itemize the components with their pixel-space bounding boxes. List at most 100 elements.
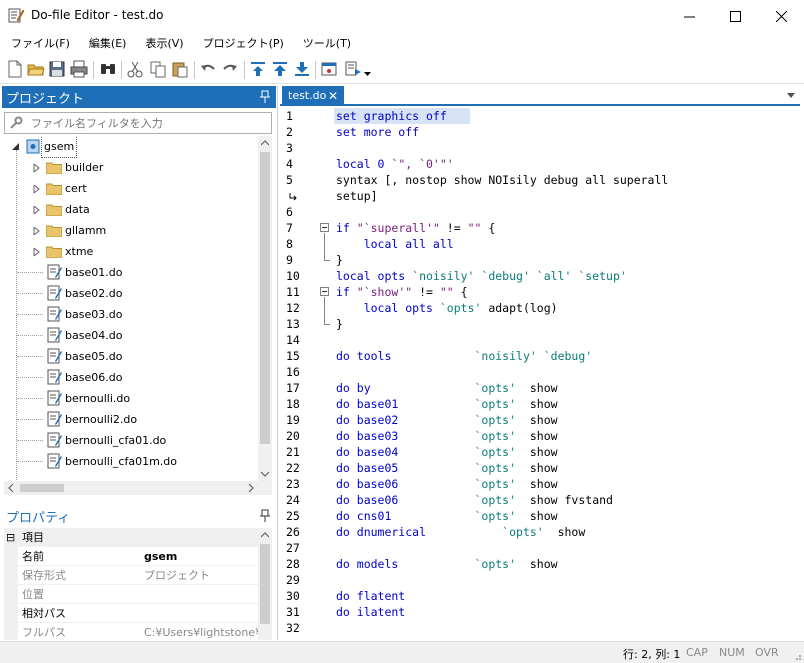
fold-toggle-icon[interactable] <box>320 223 329 232</box>
tab-list-dropdown-icon[interactable] <box>786 90 796 100</box>
menu-file[interactable]: ファイル(F) <box>0 34 78 54</box>
collapse-section-icon[interactable]: ⊟ <box>6 528 15 547</box>
expand-triangle-icon[interactable] <box>33 227 40 235</box>
pin-icon[interactable] <box>260 90 270 104</box>
code-line[interactable]: do tools `noisily' `debug' <box>336 348 592 364</box>
tree-file-row[interactable]: base04.do <box>4 325 258 346</box>
code-line[interactable]: if "`superall'" != "" { <box>336 220 495 236</box>
new-file-icon[interactable] <box>6 60 24 78</box>
file-filter-input[interactable] <box>31 114 269 132</box>
redo-icon[interactable] <box>221 60 239 78</box>
expand-triangle-icon[interactable] <box>33 248 40 256</box>
panel-splitter[interactable] <box>277 86 278 640</box>
code-line[interactable]: do base04 `opts' show <box>336 444 558 460</box>
properties-vertical-scrollbar[interactable] <box>258 528 272 640</box>
tree-file-row[interactable]: bernoulli_cfa01m.do <box>4 451 258 472</box>
undo-icon[interactable] <box>199 60 217 78</box>
code-line[interactable]: if "`show'" != "" { <box>336 284 468 300</box>
code-line[interactable]: do ilatent <box>336 604 405 620</box>
code-line[interactable]: local all all <box>336 236 454 252</box>
minimize-button[interactable] <box>666 0 712 32</box>
tree-file-row[interactable]: bernoulli2.do <box>4 409 258 430</box>
tab-close-icon[interactable]: ✕ <box>328 86 338 106</box>
scroll-up-icon[interactable] <box>261 532 269 538</box>
tree-file-row[interactable]: base05.do <box>4 346 258 367</box>
tree-folder-row[interactable]: data <box>4 199 258 220</box>
property-row[interactable]: 位置 <box>4 585 258 604</box>
property-row[interactable]: フルパス C:¥Users¥lightstone¥ <box>4 623 258 640</box>
tree-horizontal-scroll-thumb[interactable] <box>20 484 64 492</box>
code-line[interactable]: do base01 `opts' show <box>336 396 558 412</box>
tree-horizontal-scrollbar[interactable] <box>4 481 258 495</box>
code-line[interactable]: do flatent <box>336 588 405 604</box>
code-line[interactable]: do by `opts' show <box>336 380 558 396</box>
tree-file-row[interactable]: bernoulli_cfa01.do <box>4 430 258 451</box>
tree-file-row[interactable]: bernoulli.do <box>4 388 258 409</box>
copy-icon[interactable] <box>149 60 167 78</box>
tree-file-row[interactable]: base01.do <box>4 262 258 283</box>
code-line[interactable]: local opts `opts' adapt(log) <box>336 300 558 316</box>
property-row[interactable]: 名前 gsem <box>4 547 258 566</box>
maximize-button[interactable] <box>712 0 758 32</box>
menu-view[interactable]: 表示(V) <box>134 34 191 54</box>
fold-toggle-icon[interactable] <box>320 287 329 296</box>
code-line[interactable]: } <box>336 316 343 332</box>
properties-vertical-scroll-thumb[interactable] <box>260 544 270 624</box>
cut-icon[interactable] <box>126 60 144 78</box>
execute-icon[interactable] <box>344 60 362 78</box>
expand-triangle-icon[interactable] <box>33 164 40 172</box>
open-folder-icon[interactable] <box>27 60 45 78</box>
code-line[interactable]: do cns01 `opts' show <box>336 508 558 524</box>
scroll-left-icon[interactable] <box>8 484 14 492</box>
tree-file-row[interactable]: base06.do <box>4 367 258 388</box>
property-section-row[interactable]: ⊟ 項目 <box>4 528 258 547</box>
tree-folder-row[interactable]: builder <box>4 157 258 178</box>
code-line[interactable]: set graphics off <box>336 108 447 124</box>
property-row[interactable]: 相対パス <box>4 604 258 623</box>
menu-project[interactable]: プロジェクト(P) <box>192 34 292 54</box>
tree-folder-row[interactable]: cert <box>4 178 258 199</box>
save-icon[interactable] <box>48 60 66 78</box>
close-button[interactable] <box>758 0 804 32</box>
tree-vertical-scroll-thumb[interactable] <box>260 152 270 444</box>
paste-icon[interactable] <box>171 60 189 78</box>
code-line[interactable]: local 0 `", `0'"' <box>336 156 454 172</box>
code-line[interactable]: do base06 `opts' show <box>336 476 558 492</box>
find-icon[interactable] <box>99 60 117 78</box>
tree-folder-row[interactable]: gllamm <box>4 220 258 241</box>
code-line[interactable]: setup] <box>336 188 378 204</box>
code-line[interactable]: do dnumerical `opts' show <box>336 524 585 540</box>
code-editor[interactable]: 1 2 3 4 5 6 7 8 9 10 11 12 13 14 15 16 17 18 19 20 21 22 23 24 2… <box>282 108 800 638</box>
code-line[interactable]: set more off <box>336 124 419 140</box>
tab-test-do[interactable]: test.do ✕ <box>282 86 344 106</box>
pin-icon[interactable] <box>260 509 270 523</box>
code-line[interactable]: syntax [, nostop show NOIsily debug all … <box>336 172 668 188</box>
expand-triangle-icon[interactable] <box>33 185 40 193</box>
tree-root[interactable]: gsem <box>4 136 258 158</box>
expand-triangle-icon[interactable] <box>33 206 40 214</box>
indent-icon[interactable] <box>249 60 267 78</box>
tree-folder-row[interactable]: xtme <box>4 241 258 262</box>
resize-grip-icon[interactable] <box>792 651 802 661</box>
code-line[interactable]: do base02 `opts' show <box>336 412 558 428</box>
tree-file-row[interactable]: base02.do <box>4 283 258 304</box>
chevron-down-icon[interactable] <box>363 60 372 78</box>
code-line[interactable]: do base05 `opts' show <box>336 460 558 476</box>
show-window-icon[interactable] <box>320 60 338 78</box>
code-line[interactable]: do models `opts' show <box>336 556 558 572</box>
tree-file-row[interactable]: base03.do <box>4 304 258 325</box>
scroll-right-icon[interactable] <box>248 484 254 492</box>
scroll-down-icon[interactable] <box>261 471 269 477</box>
property-row[interactable]: 保存形式 プロジェクト <box>4 566 258 585</box>
move-down-icon[interactable] <box>293 60 311 78</box>
code-line[interactable]: local opts `noisily' `debug' `all' `setu… <box>336 268 627 284</box>
move-up-icon[interactable] <box>271 60 289 78</box>
code-line[interactable]: do base03 `opts' show <box>336 428 558 444</box>
menu-tools[interactable]: ツール(T) <box>292 34 359 54</box>
print-icon[interactable] <box>70 60 88 78</box>
scroll-up-icon[interactable] <box>261 140 269 146</box>
code-line[interactable]: do base06 `opts' show fvstand <box>336 492 613 508</box>
menu-edit[interactable]: 編集(E) <box>78 34 135 54</box>
code-line[interactable]: } <box>336 252 343 268</box>
tree-vertical-scrollbar[interactable] <box>258 136 272 481</box>
